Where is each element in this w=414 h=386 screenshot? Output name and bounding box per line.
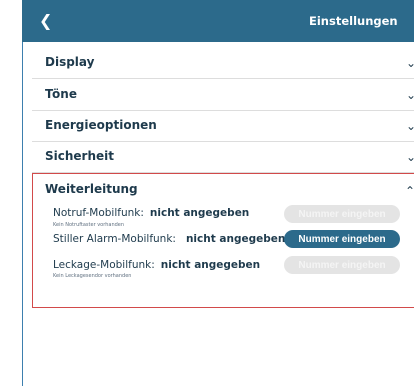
notruf-label: Notruf-Mobilfunk: <box>53 207 144 219</box>
app-header: ❮ Einstellungen <box>22 0 414 42</box>
chevron-up-icon[interactable]: ⌃ <box>405 185 414 197</box>
section-energieoptionen[interactable]: Energieoptionen ⌄ <box>32 110 414 142</box>
section-weiterleitung: Weiterleitung ⌃ Notruf-Mobilfunk: nicht a… <box>32 173 414 308</box>
section-sicherheit-label: Sicherheit <box>45 149 114 163</box>
chevron-down-icon: ⌄ <box>405 56 414 70</box>
back-button[interactable]: ❮ <box>39 12 52 30</box>
page-title: Einstellungen <box>309 14 398 28</box>
notruf-value: nicht angegeben <box>149 207 250 219</box>
notruf-note: Kein Notruftaster vorhanden <box>53 222 125 228</box>
section-display[interactable]: Display ⌄ <box>32 47 414 79</box>
section-toene[interactable]: Töne ⌄ <box>32 79 414 111</box>
stiller-alarm-row: Stiller Alarm-Mobilfunk: nicht angegeben <box>53 233 285 246</box>
section-weiterleitung-label[interactable]: Weiterleitung <box>45 182 138 197</box>
stiller-alarm-enter-number-button[interactable]: Nummer eingeben <box>284 230 400 248</box>
chevron-down-icon: ⌄ <box>405 119 414 133</box>
section-display-label: Display <box>45 55 95 69</box>
chevron-down-icon: ⌄ <box>405 88 414 102</box>
sidebar-divider <box>22 0 23 386</box>
leckage-label: Leckage-Mobilfunk: <box>53 259 155 271</box>
stiller-alarm-label: Stiller Alarm-Mobilfunk: <box>53 233 176 245</box>
chevron-down-icon: ⌄ <box>405 150 414 164</box>
section-energieoptionen-label: Energieoptionen <box>45 118 157 132</box>
notruf-enter-number-button[interactable]: Nummer eingeben <box>284 205 400 223</box>
section-toene-label: Töne <box>45 87 77 101</box>
stiller-alarm-value: nicht angegeben <box>185 233 286 245</box>
leckage-note: Kein Leckagesendor vorhanden <box>53 273 132 279</box>
leckage-row: Leckage-Mobilfunk: nicht angegeben <box>53 259 260 272</box>
leckage-enter-number-button[interactable]: Nummer eingeben <box>284 256 400 274</box>
notruf-row: Notruf-Mobilfunk: nicht angegeben <box>53 207 249 220</box>
section-sicherheit[interactable]: Sicherheit ⌄ <box>32 141 414 173</box>
leckage-value: nicht angegeben <box>160 259 261 271</box>
